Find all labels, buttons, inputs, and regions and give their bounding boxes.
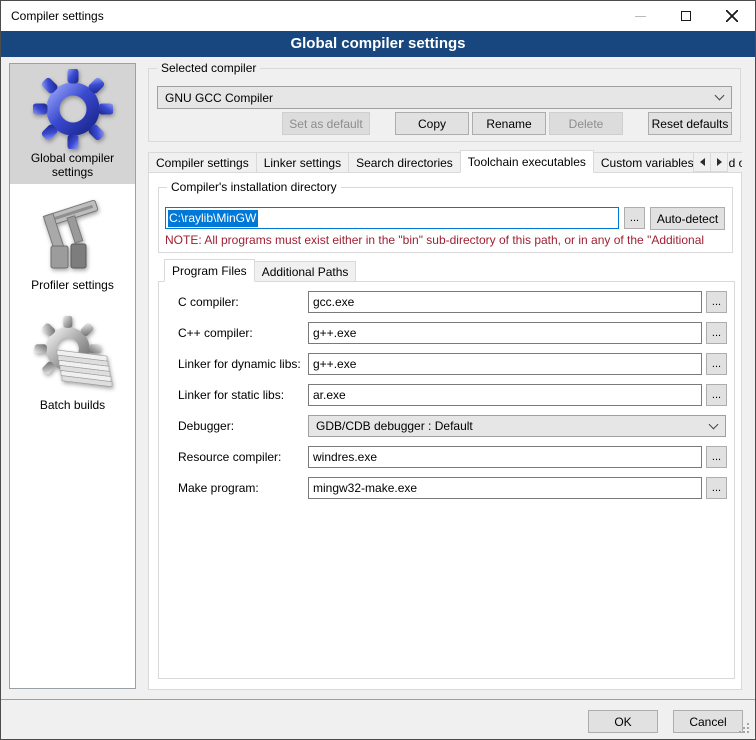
sidebar-item-global-compiler-settings[interactable]: Global compiler settings: [10, 64, 135, 184]
sidebar-item-label: Global compiler settings: [16, 151, 129, 179]
make-program-label: Make program:: [178, 481, 259, 495]
tab-custom-variables[interactable]: Custom variables: [593, 152, 702, 173]
debugger-select-value: GDB/CDB debugger : Default: [316, 419, 473, 433]
caliper-icon: [33, 196, 113, 276]
make-program-browse-button[interactable]: ...: [706, 477, 727, 499]
cpp-compiler-label: C++ compiler:: [178, 326, 253, 340]
static-linker-input[interactable]: [308, 384, 702, 406]
maximize-button[interactable]: [663, 1, 709, 31]
compiler-buttons-row: Set as default Copy Rename Delete Reset …: [157, 112, 732, 135]
chevron-down-icon: [715, 91, 725, 101]
caption-buttons: [617, 1, 755, 31]
selected-compiler-legend: Selected compiler: [157, 61, 260, 75]
copy-button[interactable]: Copy: [395, 112, 469, 135]
installation-directory-browse-button[interactable]: ...: [624, 207, 645, 229]
program-subtabs: Program Files Additional Paths: [164, 260, 355, 282]
close-button[interactable]: [709, 1, 755, 31]
close-icon: [726, 10, 738, 22]
sidebar-item-label: Batch builds: [40, 398, 105, 412]
resource-compiler-input[interactable]: [308, 446, 702, 468]
resource-compiler-label: Resource compiler:: [178, 450, 281, 464]
c-compiler-label: C compiler:: [178, 295, 239, 309]
dynamic-linker-input[interactable]: [308, 353, 702, 375]
gear-blue-icon: [33, 69, 113, 149]
c-compiler-input[interactable]: [308, 291, 702, 313]
auto-detect-button[interactable]: Auto-detect: [650, 207, 725, 230]
cpp-compiler-input[interactable]: [308, 322, 702, 344]
installation-directory-input[interactable]: C:\raylib\MinGW: [165, 207, 619, 229]
tab-compiler-settings[interactable]: Compiler settings: [148, 152, 257, 173]
compiler-select-value: GNU GCC Compiler: [165, 91, 273, 105]
debugger-select[interactable]: GDB/CDB debugger : Default: [308, 415, 726, 437]
cpp-compiler-browse-button[interactable]: ...: [706, 322, 727, 344]
minimize-button: [617, 1, 663, 31]
sidebar-item-label: Profiler settings: [31, 278, 114, 292]
resize-grip[interactable]: [747, 723, 749, 725]
static-linker-browse-button[interactable]: ...: [706, 384, 727, 406]
footer-separator: [1, 699, 755, 700]
make-program-input[interactable]: [308, 477, 702, 499]
maximize-icon: [681, 11, 691, 21]
settings-tabs: Compiler settings Linker settings Search…: [148, 150, 742, 173]
scroll-left-icon: [700, 158, 705, 166]
dynamic-linker-browse-button[interactable]: ...: [706, 353, 727, 375]
compiler-select[interactable]: GNU GCC Compiler: [157, 86, 732, 109]
window-title: Compiler settings: [1, 9, 104, 23]
rename-button[interactable]: Rename: [472, 112, 546, 135]
set-as-default-button: Set as default: [282, 112, 370, 135]
tab-linker-settings[interactable]: Linker settings: [256, 152, 349, 173]
resource-compiler-browse-button[interactable]: ...: [706, 446, 727, 468]
chevron-down-icon: [709, 419, 719, 429]
static-linker-label: Linker for static libs:: [178, 388, 284, 402]
titlebar: Compiler settings: [1, 1, 755, 31]
compiler-settings-dialog: Compiler settings Global compiler settin…: [0, 0, 756, 740]
gear-stack-icon: [33, 316, 113, 396]
tab-search-directories[interactable]: Search directories: [348, 152, 461, 173]
tab-scroll-right-button[interactable]: [710, 152, 728, 172]
delete-button: Delete: [549, 112, 623, 135]
tab-toolchain-executables[interactable]: Toolchain executables: [460, 150, 594, 173]
debugger-label: Debugger:: [178, 419, 234, 433]
sidebar-item-profiler-settings[interactable]: Profiler settings: [10, 184, 135, 304]
tab-scroll-buttons: [694, 152, 728, 172]
installation-directory-legend: Compiler's installation directory: [167, 180, 341, 194]
selected-compiler-group: Selected compiler GNU GCC Compiler Set a…: [148, 68, 741, 142]
toolchain-executables-page: Compiler's installation directory C:\ray…: [148, 172, 742, 690]
settings-category-list: Global compiler settings Profiler settin…: [9, 63, 136, 689]
page-title: Global compiler settings: [1, 31, 755, 57]
reset-defaults-button[interactable]: Reset defaults: [648, 112, 732, 135]
c-compiler-browse-button[interactable]: ...: [706, 291, 727, 313]
subtab-program-files[interactable]: Program Files: [164, 259, 255, 282]
sidebar-item-batch-builds[interactable]: Batch builds: [10, 304, 135, 424]
program-files-panel: C compiler: ... C++ compiler: ... Linker…: [158, 281, 735, 679]
subtab-additional-paths[interactable]: Additional Paths: [254, 261, 357, 282]
tab-scroll-left-button[interactable]: [693, 152, 711, 172]
installation-directory-value: C:\raylib\MinGW: [168, 210, 258, 227]
cancel-button[interactable]: Cancel: [673, 710, 743, 733]
minimize-icon: [635, 16, 646, 17]
ok-button[interactable]: OK: [588, 710, 658, 733]
dynamic-linker-label: Linker for dynamic libs:: [178, 357, 301, 371]
scroll-right-icon: [717, 158, 722, 166]
bin-subdirectory-note: NOTE: All programs must exist either in …: [165, 233, 727, 247]
